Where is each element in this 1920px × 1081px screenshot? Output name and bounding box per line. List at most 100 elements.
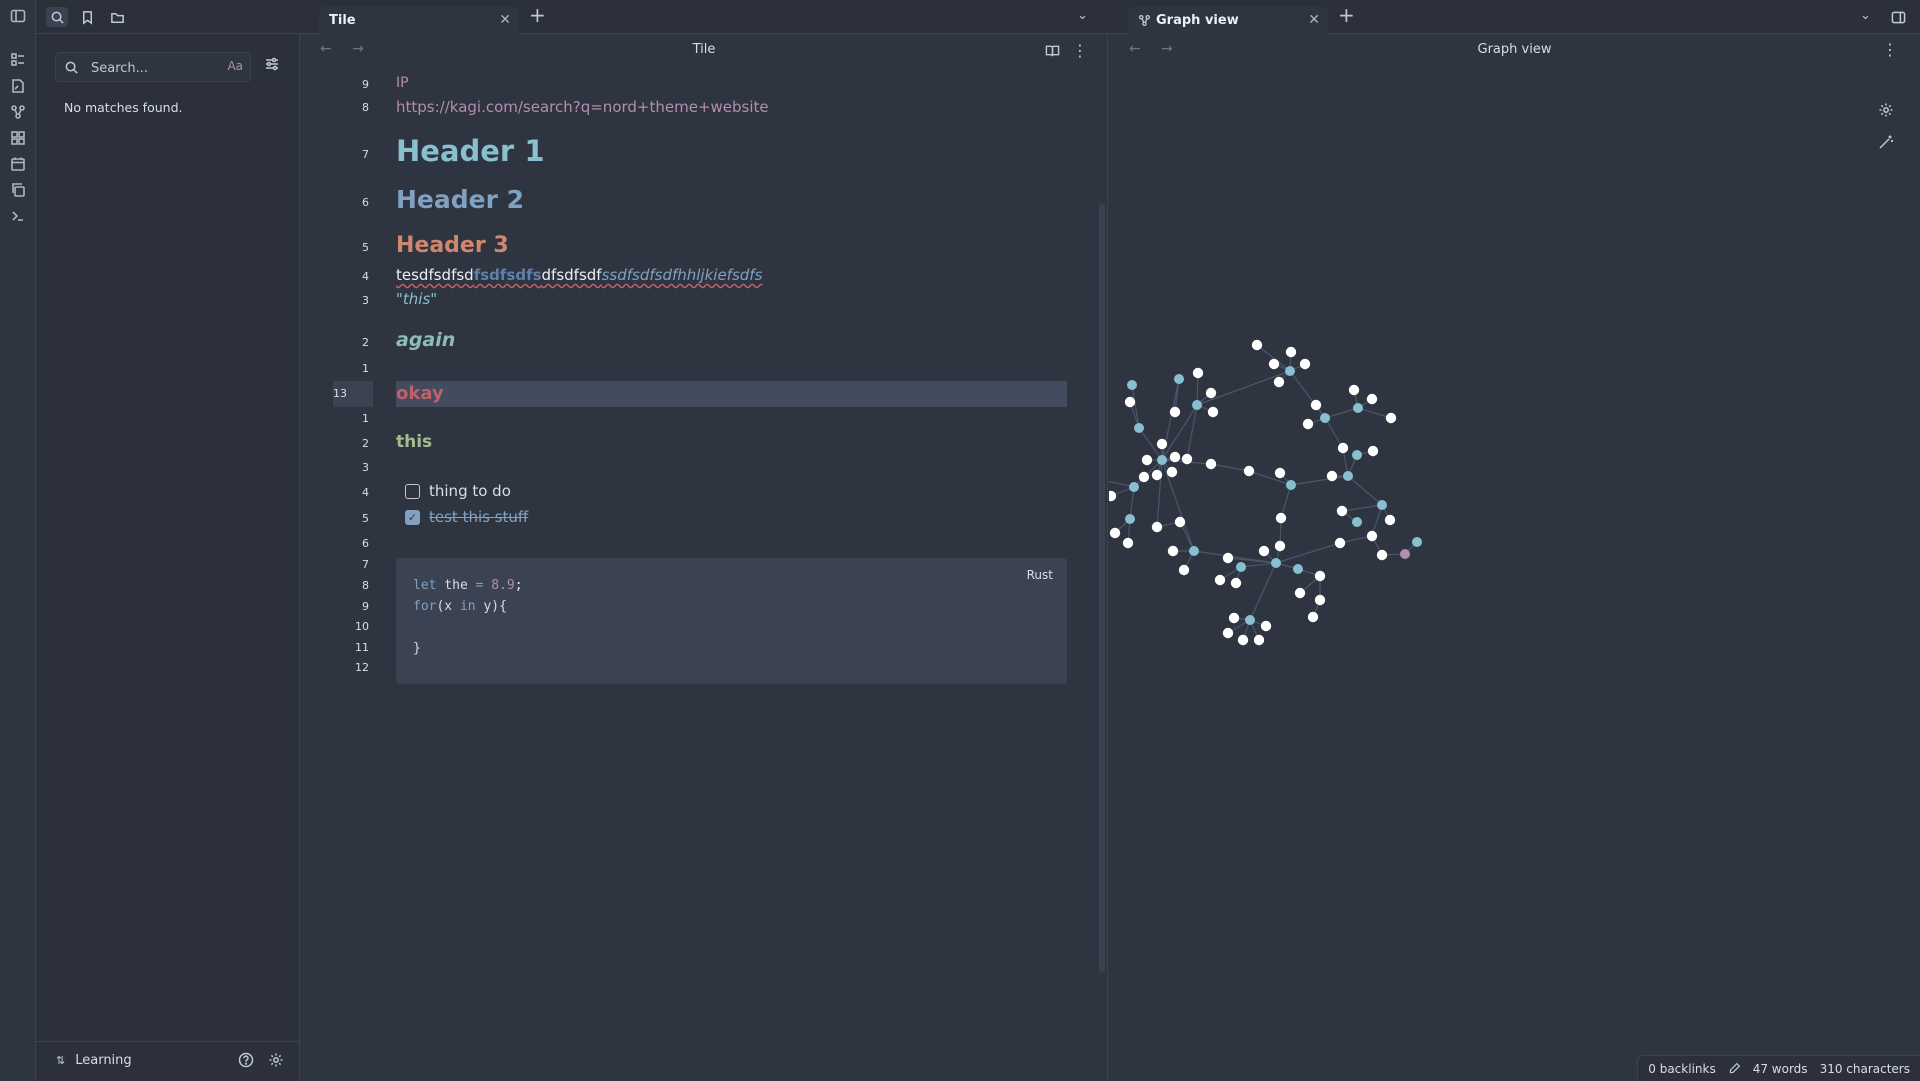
graph-node[interactable] <box>1222 627 1234 639</box>
heading-okay[interactable]: okay <box>396 383 444 404</box>
graph-node[interactable] <box>1294 587 1306 599</box>
new-tab-icon[interactable]: + <box>1338 5 1355 25</box>
graph-node[interactable] <box>1314 594 1326 606</box>
graph-node[interactable] <box>1302 418 1314 430</box>
graph-node[interactable] <box>1274 467 1286 479</box>
graph-node[interactable] <box>1314 570 1326 582</box>
heading-this[interactable]: this <box>396 432 432 452</box>
tab-graph-view[interactable]: Graph view ✕ <box>1128 6 1328 34</box>
match-case-toggle[interactable]: Aa <box>227 59 243 73</box>
graph-node[interactable] <box>1228 612 1240 624</box>
graph-node[interactable] <box>1412 537 1422 547</box>
graph-node[interactable] <box>1348 384 1360 396</box>
search-input[interactable] <box>91 58 211 78</box>
graph-node[interactable] <box>1222 552 1234 564</box>
graph-node[interactable] <box>1384 514 1396 526</box>
graph-node[interactable] <box>1367 445 1379 457</box>
graph-node[interactable] <box>1134 423 1144 433</box>
graph-node[interactable] <box>1156 438 1168 450</box>
graph-node[interactable] <box>1166 466 1178 478</box>
search-icon[interactable] <box>46 7 68 27</box>
folder-icon[interactable] <box>106 7 128 27</box>
graph-node[interactable] <box>1169 451 1181 463</box>
graph-node[interactable] <box>1151 521 1163 533</box>
graph-node[interactable] <box>1334 537 1346 549</box>
graph-node[interactable] <box>1336 505 1348 517</box>
task-checkbox[interactable] <box>405 483 420 499</box>
editor-scrollbar[interactable] <box>1099 204 1105 972</box>
graph-node[interactable] <box>1174 374 1184 384</box>
graph-node[interactable] <box>1307 611 1319 623</box>
copy-icon[interactable] <box>8 180 28 200</box>
graph-node[interactable] <box>1243 465 1255 477</box>
graph-node[interactable] <box>1151 469 1163 481</box>
heading-1[interactable]: Header 1 <box>396 134 545 168</box>
chevron-down-icon[interactable]: ⌄ <box>1077 8 1088 23</box>
graph-node[interactable] <box>1271 558 1281 568</box>
graph-node[interactable] <box>1366 393 1378 405</box>
graph-node[interactable] <box>1125 514 1135 524</box>
graph-node[interactable] <box>1310 399 1322 411</box>
graph-node[interactable] <box>1236 562 1246 572</box>
graph-node[interactable] <box>1181 453 1193 465</box>
graph-node[interactable] <box>1157 455 1167 465</box>
graph-node[interactable] <box>1192 400 1202 410</box>
graph-node[interactable] <box>1122 537 1134 549</box>
graph-icon[interactable] <box>8 102 28 122</box>
new-note-icon[interactable] <box>8 76 28 96</box>
graph-node[interactable] <box>1192 367 1204 379</box>
graph-node[interactable] <box>1293 564 1303 574</box>
graph-node[interactable] <box>1178 564 1190 576</box>
search-box[interactable]: Aa <box>55 52 251 82</box>
graph-node[interactable] <box>1205 387 1217 399</box>
graph-node[interactable] <box>1285 346 1297 358</box>
graph-canvas[interactable] <box>1109 34 1920 1046</box>
graph-node[interactable] <box>1268 358 1280 370</box>
graph-node[interactable] <box>1353 403 1363 413</box>
graph-node[interactable] <box>1376 549 1388 561</box>
graph-node[interactable] <box>1141 454 1153 466</box>
quote-text[interactable]: "this" <box>396 290 437 308</box>
vault-switcher[interactable]: ⇅ Learning <box>56 1053 132 1068</box>
graph-node[interactable] <box>1274 540 1286 552</box>
pencil-icon[interactable] <box>1728 1062 1741 1075</box>
graph-node[interactable] <box>1138 471 1150 483</box>
graph-node[interactable] <box>1230 577 1242 589</box>
graph-node[interactable] <box>1174 516 1186 528</box>
graph-node[interactable] <box>1129 482 1139 492</box>
graph-node[interactable] <box>1273 376 1285 388</box>
help-icon[interactable] <box>238 1052 258 1072</box>
sidebar-toggle-icon[interactable] <box>8 6 28 26</box>
graph-node[interactable] <box>1285 366 1295 376</box>
graph-node[interactable] <box>1337 442 1349 454</box>
graph-node[interactable] <box>1189 546 1199 556</box>
canvas-icon[interactable] <box>8 128 28 148</box>
backlinks-count[interactable]: 0 backlinks <box>1648 1062 1715 1076</box>
text-line[interactable]: IP <box>396 75 409 91</box>
graph-node[interactable] <box>1343 471 1353 481</box>
graph-node[interactable] <box>1286 480 1296 490</box>
graph-node[interactable] <box>1169 406 1181 418</box>
heading-3[interactable]: Header 3 <box>396 233 509 258</box>
graph-node[interactable] <box>1251 339 1263 351</box>
graph-node[interactable] <box>1237 634 1249 646</box>
search-settings-icon[interactable] <box>264 56 280 76</box>
graph-node[interactable] <box>1245 615 1255 625</box>
graph-node[interactable] <box>1167 545 1179 557</box>
reading-view-icon[interactable] <box>1045 43 1060 58</box>
graph-node[interactable] <box>1385 412 1397 424</box>
gear-icon[interactable] <box>268 1052 288 1072</box>
graph-node[interactable] <box>1275 512 1287 524</box>
calendar-icon[interactable] <box>8 154 28 174</box>
graph-node[interactable] <box>1299 358 1311 370</box>
graph-node[interactable] <box>1366 530 1378 542</box>
dashboard-icon[interactable] <box>8 50 28 70</box>
close-icon[interactable]: ✕ <box>499 12 511 28</box>
graph-node[interactable] <box>1214 574 1226 586</box>
task-checkbox-checked[interactable]: ✓ <box>405 509 420 525</box>
graph-node[interactable] <box>1124 396 1136 408</box>
graph-node[interactable] <box>1109 490 1117 502</box>
graph-node[interactable] <box>1205 458 1217 470</box>
graph-node-active[interactable] <box>1400 549 1410 559</box>
url-link[interactable]: https://kagi.com/search?q=nord+theme+web… <box>396 98 769 116</box>
